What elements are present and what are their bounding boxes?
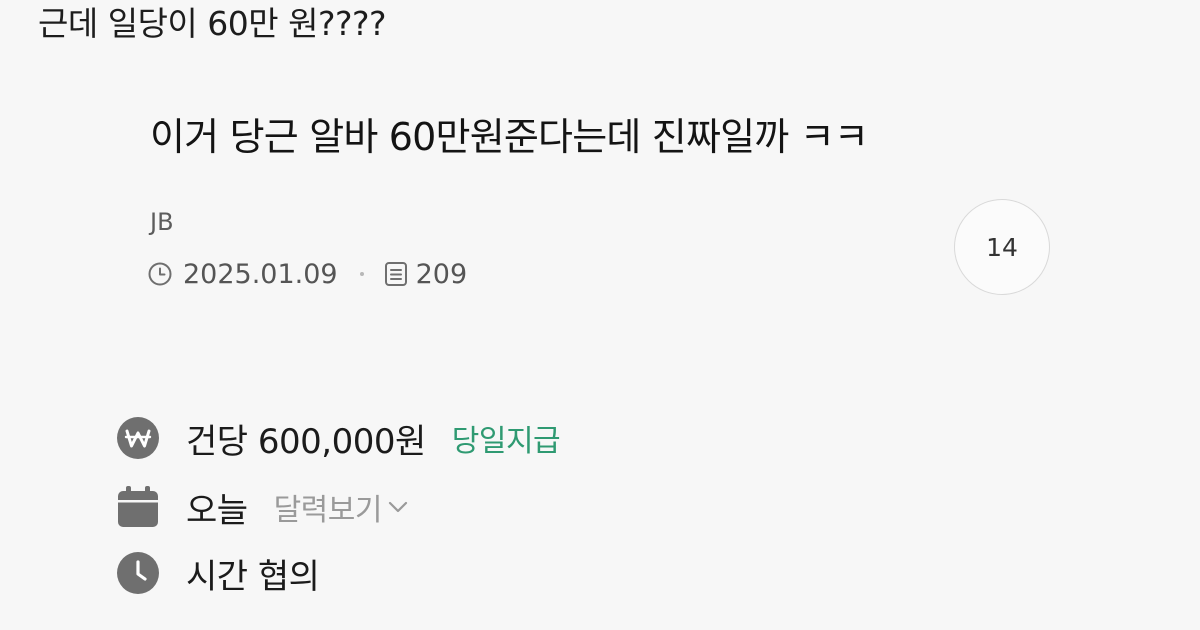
post-date: 2025.01.09	[183, 258, 338, 290]
calendar-view-link[interactable]: 달력보기	[274, 485, 410, 529]
won-icon	[116, 416, 160, 460]
clock-filled-icon	[116, 551, 160, 595]
calendar-icon	[116, 485, 160, 529]
comment-count: 14	[986, 232, 1018, 262]
page: 근데 일당이 60만 원???? 이거 당근 알바 60만원준다는데 진짜일까 …	[0, 0, 1200, 630]
author-name[interactable]: JB	[150, 205, 174, 239]
clock-icon	[147, 261, 173, 287]
calendar-view-label: 달력보기	[273, 493, 383, 528]
work-date: 오늘	[186, 490, 248, 531]
post-meta: 2025.01.09 209	[147, 256, 467, 292]
same-day-pay-badge: 당일지급	[451, 424, 561, 459]
pay-amount: 건당 600,000원	[186, 421, 426, 462]
date-row: 오늘 달력보기	[116, 481, 410, 533]
chevron-down-icon	[386, 495, 410, 519]
time-row: 시간 협의	[116, 547, 320, 599]
top-caption: 근데 일당이 60만 원????	[38, 4, 387, 43]
post-title: 이거 당근 알바 60만원준다는데 진짜일까 ㅋㅋ	[150, 115, 869, 159]
view-count: 209	[415, 258, 468, 290]
meta-separator	[359, 272, 364, 276]
pay-row: 건당 600,000원 당일지급	[116, 412, 561, 464]
work-time: 시간 협의	[186, 556, 320, 597]
comment-count-button[interactable]: 14	[954, 199, 1050, 295]
document-icon	[384, 261, 408, 287]
